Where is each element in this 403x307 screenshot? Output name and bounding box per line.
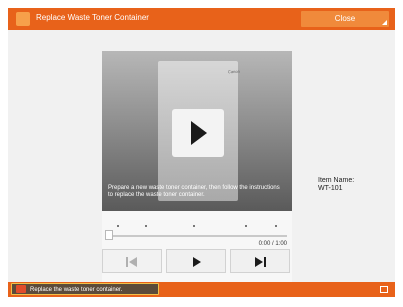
- item-name-label: Item Name:: [318, 177, 355, 184]
- printer-brand: Canon: [227, 68, 240, 75]
- info-icon: [16, 12, 30, 26]
- video-player[interactable]: Canon Prepare a new waste toner containe…: [102, 51, 292, 211]
- video-timeline[interactable]: 0:00 / 1:00: [105, 225, 287, 247]
- timeline-tick: [117, 225, 119, 227]
- play-icon: [191, 121, 207, 145]
- item-name-value: WT-101: [318, 185, 343, 192]
- timeline-tick: [275, 225, 277, 227]
- status-message: Replace the waste toner container.: [30, 287, 123, 293]
- close-button[interactable]: Close: [301, 11, 389, 27]
- timeline-tick: [145, 225, 147, 227]
- skip-back-button[interactable]: [102, 249, 162, 273]
- status-bar: Replace the waste toner container.: [8, 282, 395, 297]
- skip-forward-icon: [255, 257, 267, 267]
- close-button-label: Close: [334, 14, 356, 23]
- play-button[interactable]: [166, 249, 226, 273]
- playback-controls: [102, 249, 292, 273]
- timeline-tick: [245, 225, 247, 227]
- skip-back-icon: [126, 257, 138, 267]
- close-corner-icon: [382, 20, 387, 25]
- window-title: Replace Waste Toner Container: [36, 13, 149, 22]
- skip-forward-button[interactable]: [230, 249, 290, 273]
- window: Replace Waste Toner Container Close Cano…: [8, 8, 395, 297]
- timeline-tick: [193, 225, 195, 227]
- play-icon: [193, 257, 201, 267]
- video-play-button[interactable]: [172, 109, 224, 157]
- right-margin: [395, 0, 403, 307]
- item-name: Item Name: WT-101: [318, 177, 354, 193]
- timeline-time: 0:00 / 1:00: [258, 241, 287, 247]
- timeline-track[interactable]: [105, 235, 287, 237]
- video-panel: Canon Prepare a new waste toner containe…: [102, 51, 292, 283]
- titlebar: Replace Waste Toner Container Close: [8, 8, 395, 30]
- device-status-icon[interactable]: [380, 286, 388, 293]
- timeline-knob[interactable]: [105, 230, 113, 240]
- status-message-button[interactable]: Replace the waste toner container.: [11, 283, 159, 295]
- warning-icon: [16, 285, 26, 293]
- video-caption: Prepare a new waste toner container, the…: [108, 185, 280, 198]
